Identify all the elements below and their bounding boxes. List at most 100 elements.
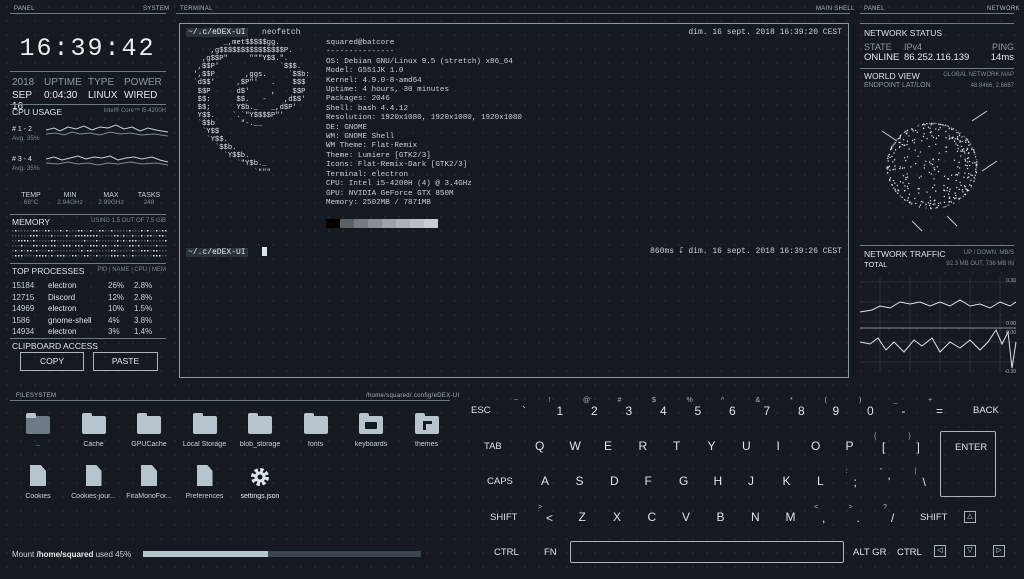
alt-gr-key[interactable]: ALT GR	[853, 547, 886, 558]
key[interactable]: I	[773, 437, 793, 455]
key[interactable]: N	[747, 508, 767, 526]
key[interactable]: E	[600, 437, 620, 455]
max-value: 2.99GHz	[98, 199, 124, 206]
key[interactable]: % 5	[687, 397, 709, 419]
key[interactable]: Q	[531, 437, 551, 455]
key[interactable]: P	[842, 437, 862, 455]
key[interactable]: V	[678, 508, 698, 526]
key[interactable]: R	[635, 437, 655, 455]
cpu-model: Intel® Core™ i5-4200H	[103, 108, 166, 114]
key[interactable]: ? /	[883, 504, 905, 526]
key[interactable]: + =	[928, 397, 950, 419]
key[interactable]: A	[537, 472, 557, 490]
key[interactable]: ! 1	[549, 397, 571, 419]
arrow-down-key[interactable]: ▽	[964, 545, 976, 557]
file-item[interactable]: FiraMonoFor...	[121, 465, 177, 500]
key[interactable]: B	[713, 508, 733, 526]
table-row[interactable]: 14969 electron 10% 1.5%	[12, 303, 168, 315]
key[interactable]: <,	[814, 504, 836, 526]
key[interactable]: " '	[880, 468, 902, 490]
file-item[interactable]: blob_storage	[232, 413, 288, 448]
file-item[interactable]: settings.json	[232, 465, 288, 500]
table-row[interactable]: 12715 Discord 12% 2.8%	[12, 292, 168, 304]
process-table[interactable]: 15184 electron 26% 2.8% 12715 Discord 12% 2.8%…	[12, 280, 168, 338]
key[interactable]: ^ 6	[721, 397, 743, 419]
key[interactable]: * 8	[790, 397, 812, 419]
esc-key[interactable]: ESC	[471, 405, 491, 416]
key-label: 7	[763, 404, 771, 418]
key[interactable]: D	[606, 472, 626, 490]
arrow-left-key[interactable]: ◁	[934, 545, 946, 557]
terminal-window[interactable]: ~/.c/eDEX-UI neofetch dim. 16 sept. 2018…	[179, 23, 849, 378]
key[interactable]: Y	[704, 437, 724, 455]
left-ctrl-key[interactable]: CTRL	[494, 547, 519, 558]
mount-path: /home/squared	[36, 550, 94, 559]
copy-button[interactable]: COPY	[20, 352, 84, 371]
right-ctrl-key[interactable]: CTRL	[897, 547, 922, 558]
arrow-up-key[interactable]: △	[964, 511, 976, 523]
key[interactable]: F	[641, 472, 661, 490]
mount-used: used 45%	[95, 550, 132, 559]
key[interactable]: @2	[583, 397, 605, 419]
key[interactable]: :;	[846, 468, 868, 490]
file-item[interactable]: Preferences	[177, 465, 233, 500]
key[interactable]: {[	[874, 433, 896, 455]
table-row[interactable]: 15184 electron 26% 2.8%	[12, 280, 168, 292]
key[interactable]: K	[779, 472, 799, 490]
file-item[interactable]: Cookies	[10, 465, 66, 500]
key[interactable]: O	[807, 437, 827, 455]
filesystem-label: FILESYSTEM	[16, 393, 57, 399]
key[interactable]: U	[738, 437, 758, 455]
key[interactable]: #3	[618, 397, 640, 419]
key[interactable]: >.	[849, 504, 871, 526]
right-shift-key[interactable]: SHIFT	[920, 512, 947, 523]
key[interactable]: > <	[538, 504, 560, 526]
fn-key[interactable]: FN	[544, 547, 557, 558]
key[interactable]: $4	[652, 397, 674, 419]
key[interactable]: ) 0	[859, 397, 881, 419]
key[interactable]: T	[669, 437, 689, 455]
key-shift-label: ^	[721, 397, 725, 404]
key[interactable]: L	[813, 472, 833, 490]
key-label: ;	[853, 475, 857, 489]
key[interactable]: _ -	[894, 397, 916, 419]
spacebar[interactable]	[570, 541, 844, 563]
key[interactable]: ~ `	[514, 397, 536, 419]
left-shift-key[interactable]: SHIFT	[490, 512, 517, 523]
file-item[interactable]: GPUCache	[121, 413, 177, 448]
enter-key[interactable]: ENTER	[940, 431, 996, 497]
type-label: TYPE	[88, 77, 115, 88]
tab-key[interactable]: TAB	[484, 441, 502, 452]
key[interactable]: & 7	[756, 397, 778, 419]
key[interactable]: | \	[915, 468, 937, 490]
key[interactable]: Z	[575, 508, 595, 526]
file-item[interactable]: Local Storage	[177, 413, 233, 448]
file-item[interactable]: themes	[399, 413, 455, 448]
backspace-key[interactable]: BACK	[973, 405, 999, 416]
key[interactable]: }]	[909, 433, 931, 455]
top-processes-title[interactable]: TOP PROCESSES PID | NAME | CPU | MEM	[12, 266, 166, 276]
key[interactable]: (9	[825, 397, 847, 419]
terminal-input-line[interactable]: ~/.c/eDEX-UI	[186, 247, 268, 257]
caps-lock-key[interactable]: CAPS	[487, 476, 513, 487]
key[interactable]: M	[782, 508, 802, 526]
key[interactable]: C	[644, 508, 664, 526]
key[interactable]: H	[710, 472, 730, 490]
file-item[interactable]: Cookies-jour...	[66, 465, 122, 500]
key[interactable]: J	[744, 472, 764, 490]
axis-label: 0.00	[1006, 330, 1016, 336]
key[interactable]: G	[675, 472, 695, 490]
key[interactable]: S	[572, 472, 592, 490]
paste-button[interactable]: PASTE	[93, 352, 158, 371]
file-item[interactable]: fonts	[288, 413, 344, 448]
file-item[interactable]: Cache	[66, 413, 122, 448]
table-row[interactable]: 14934 electron 3% 1.4%	[12, 326, 168, 338]
key[interactable]: W	[566, 437, 586, 455]
key[interactable]: X	[609, 508, 629, 526]
file-item[interactable]: keyboards	[343, 413, 399, 448]
table-row[interactable]: 1586 gnome-shell 4% 3.8%	[12, 315, 168, 327]
arrow-right-key[interactable]: ▷	[993, 545, 1005, 557]
memory-map	[12, 230, 167, 257]
file-item[interactable]: ..	[10, 413, 66, 448]
top-processes-label: TOP PROCESSES	[12, 266, 85, 276]
